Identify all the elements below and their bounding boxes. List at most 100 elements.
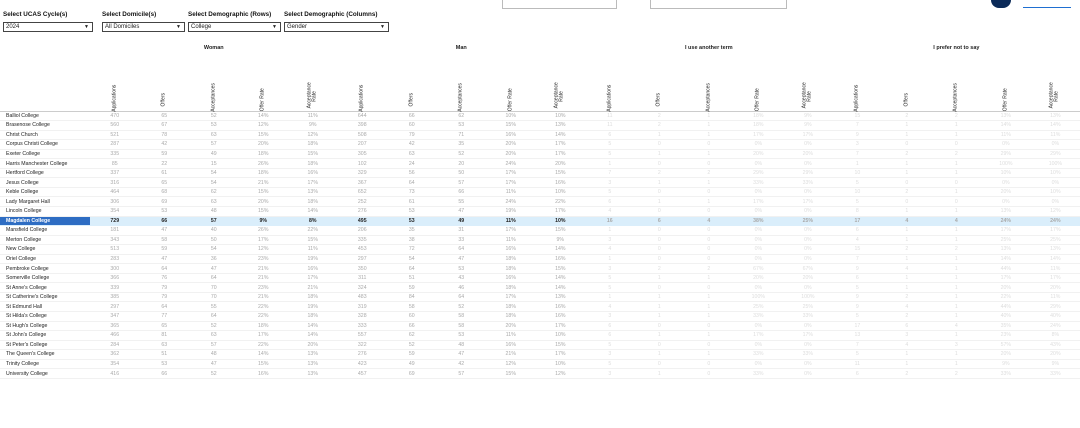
table-cell: 328: [337, 311, 387, 322]
table-cell: 0: [684, 139, 734, 150]
table-row[interactable]: St Edmund Hall 297 64 55 22% 19% 319 58 52 18% 16%…: [0, 301, 1080, 312]
table-row[interactable]: Brasenose College 560 67 53 12% 9% 398 60 53 15% 1…: [0, 120, 1080, 131]
table-row[interactable]: Corpus Christi College 287 42 57 20% 18% 207 42…: [0, 139, 1080, 150]
college-name[interactable]: Corpus Christi College: [0, 139, 90, 150]
table-cell: 17%: [238, 235, 288, 246]
college-name[interactable]: Christ Church: [0, 130, 90, 141]
table-row[interactable]: Oriel College 283 47 36 23% 19% 297 54 47 18% 16% 1…: [0, 254, 1080, 265]
college-name[interactable]: New College: [0, 244, 90, 255]
table-row[interactable]: Balliol College 470 65 52 14% 11% 644 66 62 10% 10…: [0, 111, 1080, 122]
table-cell: 0%: [783, 139, 833, 150]
top-button-1[interactable]: [502, 0, 617, 9]
college-name[interactable]: St Hilda's College: [0, 311, 90, 322]
table-cell: 17%: [238, 330, 288, 341]
college-name[interactable]: Pembroke College: [0, 263, 90, 274]
college-name[interactable]: Magdalen College: [0, 216, 90, 227]
table-cell: 0: [684, 321, 734, 332]
table-cell: 423: [337, 359, 387, 370]
table-row[interactable]: St Anne's College 339 79 70 23% 21% 324 59 46 18%…: [0, 282, 1080, 293]
table-row[interactable]: St Peter's College 284 63 57 22% 20% 322 52 48 16…: [0, 340, 1080, 351]
college-name[interactable]: The Queen's College: [0, 349, 90, 360]
table-cell: 5: [585, 149, 635, 160]
table-row[interactable]: Trinity College 354 53 47 15% 13% 423 49 42 12% 10…: [0, 359, 1080, 370]
table-cell: 33%: [733, 349, 784, 360]
table-row[interactable]: Lady Margaret Hall 306 69 63 20% 18% 252 61 55 24…: [0, 196, 1080, 207]
table-row[interactable]: Jesus College 316 65 54 21% 17% 367 64 57 17% 16% 3…: [0, 177, 1080, 188]
table-cell: 2: [931, 368, 982, 379]
table-row[interactable]: New College 513 59 54 12% 11% 453 72 64 16% 14% 4 0 0…: [0, 244, 1080, 255]
table-cell: 57: [189, 216, 239, 227]
college-name[interactable]: Balliol College: [0, 111, 90, 122]
table-cell: 0%: [783, 158, 833, 169]
table-cell: 4: [585, 301, 635, 312]
table-row[interactable]: Lincoln College 354 53 48 15% 14% 276 53 47 19% 17…: [0, 206, 1080, 217]
table-cell: 55: [189, 301, 239, 312]
table-cell: 76: [139, 273, 189, 284]
college-name[interactable]: St Hugh's College: [0, 321, 90, 332]
table-cell: 24%: [1030, 216, 1080, 227]
table-row[interactable]: St Hugh's College 365 65 52 18% 14% 333 66 58 20%…: [0, 321, 1080, 332]
table-cell: 29%: [981, 149, 1031, 160]
demographic-columns-select[interactable]: Gender ▼: [284, 22, 389, 32]
table-row[interactable]: University College 416 66 52 16% 13% 457 69 57 15…: [0, 368, 1080, 379]
table-cell: 1: [684, 349, 734, 360]
table-cell: 15%: [238, 206, 288, 217]
table-cell: 0: [634, 340, 685, 351]
table-cell: 15%: [486, 368, 536, 379]
college-name[interactable]: Merton College: [0, 235, 90, 246]
column-header-label: Applications: [111, 84, 118, 112]
table-cell: 16%: [288, 168, 338, 179]
header-link[interactable]: [1023, 7, 1071, 8]
domicile-select[interactable]: All Domiciles ▼: [102, 22, 185, 32]
table-cell: 17%: [733, 330, 784, 341]
college-name[interactable]: Exeter College: [0, 149, 90, 160]
college-name[interactable]: Lincoln College: [0, 206, 90, 217]
table-cell: 0: [684, 158, 734, 169]
table-row[interactable]: Keble College 464 68 62 15% 13% 652 73 66 11% 10% 5…: [0, 187, 1080, 198]
college-name[interactable]: Mansfield College: [0, 225, 90, 236]
college-name[interactable]: St Peter's College: [0, 340, 90, 351]
demographic-rows-select[interactable]: College ▼: [188, 22, 281, 32]
table-cell: 17%: [783, 196, 833, 207]
table-cell: 66: [387, 321, 437, 332]
table-row[interactable]: Mansfield College 181 47 40 26% 22% 206 35 31 17%…: [0, 225, 1080, 236]
table-cell: 8: [832, 206, 883, 217]
table-row[interactable]: St Catherine's College 385 79 70 21% 18% 483 84…: [0, 292, 1080, 303]
college-name[interactable]: St John's College: [0, 330, 90, 341]
column-header-label: Offers: [903, 92, 910, 106]
college-name[interactable]: Jesus College: [0, 177, 90, 188]
table-cell: 0: [931, 139, 982, 150]
column-header-label: Acceptance Rate: [1048, 82, 1061, 109]
college-name[interactable]: St Catherine's College: [0, 292, 90, 303]
table-cell: 48: [189, 206, 239, 217]
college-name[interactable]: Keble College: [0, 187, 90, 198]
table-row[interactable]: Pembroke College 300 64 47 21% 16% 350 64 53 18% 1…: [0, 263, 1080, 274]
table-cell: 54: [189, 244, 239, 255]
college-name[interactable]: Somerville College: [0, 273, 90, 284]
table-row[interactable]: St Hilda's College 347 77 64 22% 18% 328 60 58 18…: [0, 311, 1080, 322]
table-row[interactable]: Christ Church 521 78 63 15% 12% 508 79 71 16% 14% 6…: [0, 130, 1080, 141]
college-name[interactable]: Trinity College: [0, 359, 90, 370]
college-name[interactable]: Oriel College: [0, 254, 90, 265]
table-row[interactable]: Hertford College 337 61 54 18% 16% 329 56 50 17% 1…: [0, 168, 1080, 179]
table-row[interactable]: St John's College 466 81 63 17% 14% 557 62 53 11%…: [0, 330, 1080, 341]
table-cell: 52: [189, 321, 239, 332]
table-row[interactable]: Magdalen College 729 66 57 9% 8% 495 53 49 11% 10%…: [0, 216, 1080, 227]
ucas-cycle-select[interactable]: 2024 ▼: [3, 22, 93, 32]
table-row[interactable]: Somerville College 366 76 64 21% 17% 311 51 43 16…: [0, 273, 1080, 284]
table-row[interactable]: The Queen's College 362 51 48 14% 13% 276 59 47 2…: [0, 349, 1080, 360]
table-row[interactable]: Exeter College 335 59 49 18% 15% 305 63 52 20% 17%…: [0, 149, 1080, 160]
top-button-2[interactable]: [650, 0, 787, 9]
college-name[interactable]: St Anne's College: [0, 282, 90, 293]
college-name[interactable]: Hertford College: [0, 168, 90, 179]
table-cell: 16%: [288, 263, 338, 274]
table-cell: 42: [387, 139, 437, 150]
college-name[interactable]: University College: [0, 368, 90, 379]
college-name[interactable]: Lady Margaret Hall: [0, 196, 90, 207]
table-row[interactable]: Harris Manchester College 85 22 15 26% 18% 102…: [0, 158, 1080, 169]
college-name[interactable]: Harris Manchester College: [0, 158, 90, 169]
college-name[interactable]: Brasenose College: [0, 120, 90, 131]
college-name[interactable]: St Edmund Hall: [0, 301, 90, 312]
table-cell: 15%: [288, 149, 338, 160]
table-row[interactable]: Merton College 343 58 50 17% 15% 335 38 33 11% 9% 3…: [0, 235, 1080, 246]
